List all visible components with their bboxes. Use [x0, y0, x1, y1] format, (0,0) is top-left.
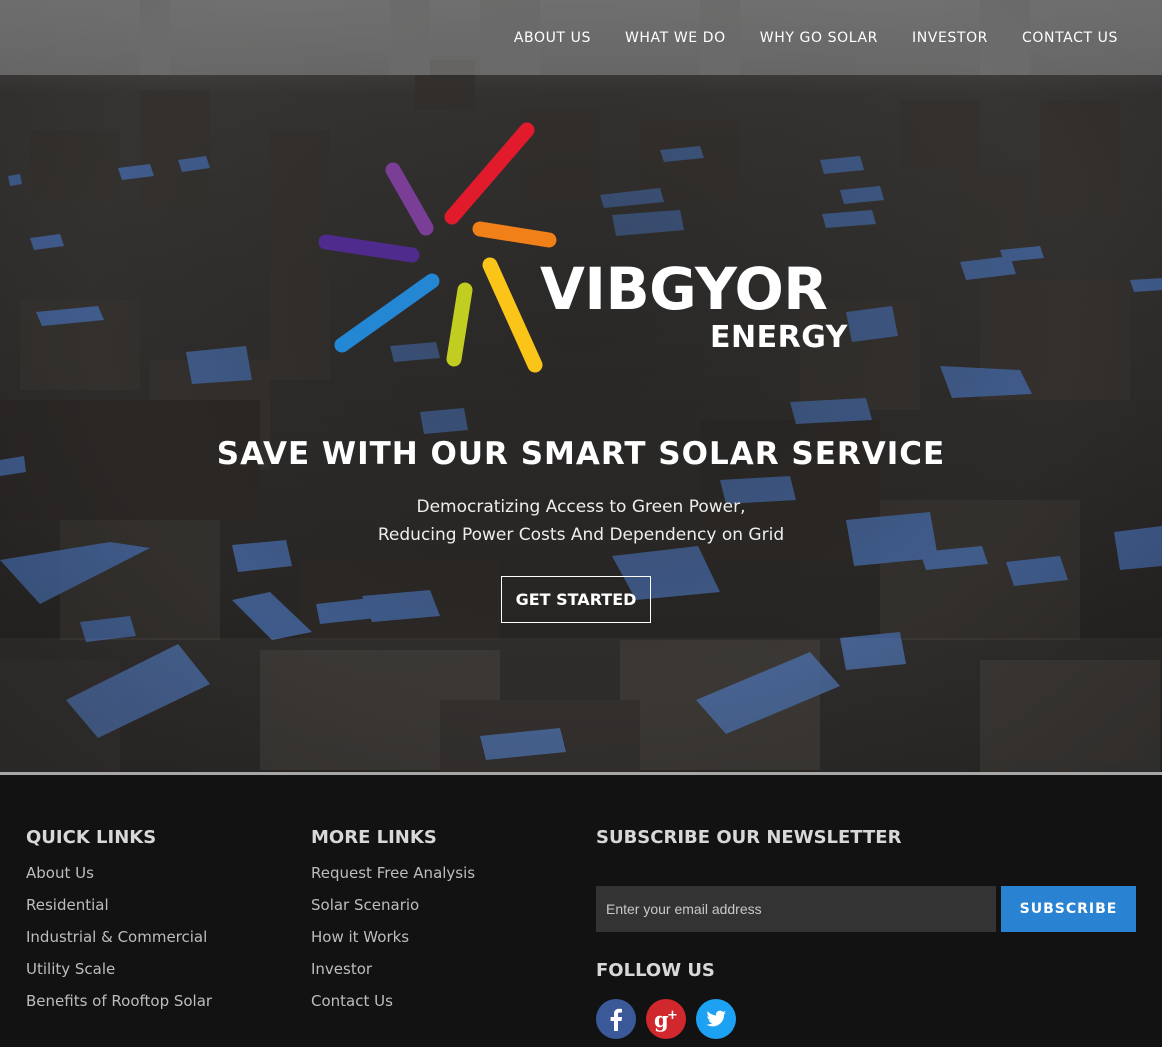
ray-blue — [334, 273, 440, 353]
vibgyor-logo[interactable]: VIBGYOR ENERGY — [318, 118, 848, 380]
more-link-how-it-works[interactable]: How it Works — [311, 928, 475, 960]
ray-orange — [472, 221, 557, 248]
hero-subtitle-line-2: Reducing Power Costs And Dependency on G… — [377, 525, 785, 545]
google-plus-icon[interactable]: g + — [646, 999, 686, 1039]
get-started-button[interactable]: GET STARTED — [501, 576, 651, 623]
quick-link-residential[interactable]: Residential — [26, 896, 212, 928]
twitter-icon[interactable] — [696, 999, 736, 1039]
main-nav: ABOUT US WHAT WE DO WHY GO SOLAR INVESTO… — [514, 0, 1118, 75]
hero-title: SAVE WITH OUR SMART SOLAR SERVICE — [216, 436, 946, 472]
footer: QUICK LINKS About Us Residential Industr… — [0, 775, 1162, 1047]
more-links-list: Request Free Analysis Solar Scenario How… — [311, 864, 475, 1024]
twitter-glyph — [706, 1010, 727, 1027]
top-navbar: ABOUT US WHAT WE DO WHY GO SOLAR INVESTO… — [0, 0, 1162, 75]
nav-about-us[interactable]: ABOUT US — [514, 30, 591, 46]
facebook-glyph — [610, 1008, 623, 1031]
nav-what-we-do[interactable]: WHAT WE DO — [625, 30, 726, 46]
newsletter-title: SUBSCRIBE OUR NEWSLETTER — [596, 827, 902, 848]
ray-green — [446, 282, 473, 367]
nav-why-go-solar[interactable]: WHY GO SOLAR — [760, 30, 878, 46]
ray-indigo — [318, 234, 420, 263]
logo-wordmark: VIBGYOR — [540, 255, 828, 323]
nav-investor[interactable]: INVESTOR — [912, 30, 988, 46]
newsletter-email-input[interactable] — [596, 886, 996, 932]
ray-violet — [385, 162, 434, 236]
svg-text:+: + — [667, 1008, 678, 1023]
subscribe-button[interactable]: SUBSCRIBE — [1001, 886, 1136, 932]
more-links-title: MORE LINKS — [311, 827, 437, 848]
hero-subtitle: Democratizing Access to Green Power, Red… — [0, 493, 1162, 549]
quick-link-about-us[interactable]: About Us — [26, 864, 212, 896]
ray-red — [444, 122, 535, 225]
quick-link-industrial-commercial[interactable]: Industrial & Commercial — [26, 928, 212, 960]
more-link-request-free-analysis[interactable]: Request Free Analysis — [311, 864, 475, 896]
quick-links-title: QUICK LINKS — [26, 827, 157, 848]
logo-rays-icon — [318, 122, 557, 373]
google-plus-glyph: g + — [654, 1007, 678, 1032]
hero-bottom-band — [0, 638, 1162, 773]
hero-subtitle-line-1: Democratizing Access to Green Power, — [416, 497, 746, 517]
facebook-icon[interactable] — [596, 999, 636, 1039]
quick-link-benefits-rooftop-solar[interactable]: Benefits of Rooftop Solar — [26, 992, 212, 1024]
more-link-investor[interactable]: Investor — [311, 960, 475, 992]
ray-yellow — [482, 257, 543, 373]
hero-section: ABOUT US WHAT WE DO WHY GO SOLAR INVESTO… — [0, 0, 1162, 773]
quick-links-list: About Us Residential Industrial & Commer… — [26, 864, 212, 1024]
more-link-solar-scenario[interactable]: Solar Scenario — [311, 896, 475, 928]
follow-us-title: FOLLOW US — [596, 960, 715, 981]
more-link-contact-us[interactable]: Contact Us — [311, 992, 475, 1024]
nav-contact-us[interactable]: CONTACT US — [1022, 30, 1118, 46]
quick-link-utility-scale[interactable]: Utility Scale — [26, 960, 212, 992]
logo-subtitle: ENERGY — [710, 320, 848, 355]
